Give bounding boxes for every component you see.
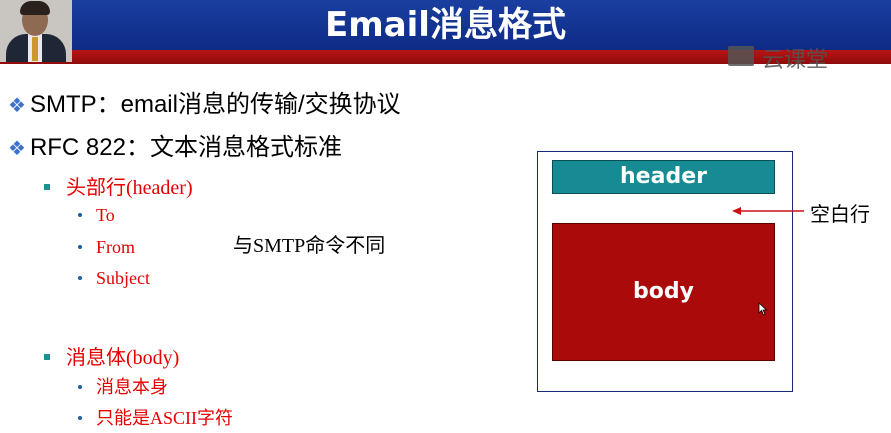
- arrow-left-icon: [732, 207, 804, 215]
- bullet-rfc822: ❖ RFC 822：文本消息格式标准: [8, 127, 342, 162]
- diamond-bullet-icon: ❖: [8, 138, 26, 160]
- body-section-label: 消息体(body): [44, 341, 179, 370]
- bullet-text: RFC 822：文本消息格式标准: [29, 134, 342, 161]
- header-item-text: To: [96, 205, 115, 225]
- diagram-body-box: body: [552, 223, 775, 361]
- mouse-cursor-icon: [758, 302, 768, 316]
- blank-line-label: 空白行: [810, 204, 870, 226]
- header-section-text: 头部行(header): [66, 177, 193, 199]
- header-item-to: To: [78, 205, 115, 226]
- body-item-itself: 消息本身: [78, 373, 168, 399]
- presenter-hair: [20, 1, 50, 15]
- watermark-logo: 云课堂: [728, 40, 858, 72]
- diagram-header-box: header: [552, 160, 775, 194]
- dot-bullet-icon: [78, 415, 82, 420]
- bullet-smtp: ❖ SMTP：email消息的传输/交换协议: [8, 84, 401, 119]
- bullet-text: SMTP：email消息的传输/交换协议: [29, 91, 401, 118]
- square-bullet-icon: [44, 184, 50, 191]
- presenter-video-thumbnail: [0, 0, 72, 62]
- body-item-ascii: 只能是ASCII字符: [78, 404, 233, 430]
- smtp-difference-note: 与SMTP命令不同: [233, 235, 386, 257]
- dot-bullet-icon: [78, 384, 82, 389]
- dot-bullet-icon: [78, 275, 82, 280]
- header-item-text: From: [96, 237, 136, 257]
- body-item-text: 只能是ASCII字符: [96, 408, 234, 428]
- square-bullet-icon: [44, 354, 50, 361]
- body-item-text: 消息本身: [96, 377, 168, 397]
- header-item-subject: Subject: [78, 268, 150, 289]
- dot-bullet-icon: [78, 212, 82, 217]
- dot-bullet-icon: [78, 244, 82, 249]
- header-item-text: Subject: [96, 268, 150, 288]
- logo-text: 云课堂: [762, 47, 829, 72]
- body-section-text: 消息体(body): [66, 347, 180, 369]
- logo-icon: [728, 46, 754, 66]
- header-item-from: From: [78, 237, 135, 258]
- presenter-tie: [32, 37, 38, 61]
- header-section-label: 头部行(header): [44, 171, 193, 200]
- diamond-bullet-icon: ❖: [8, 95, 26, 117]
